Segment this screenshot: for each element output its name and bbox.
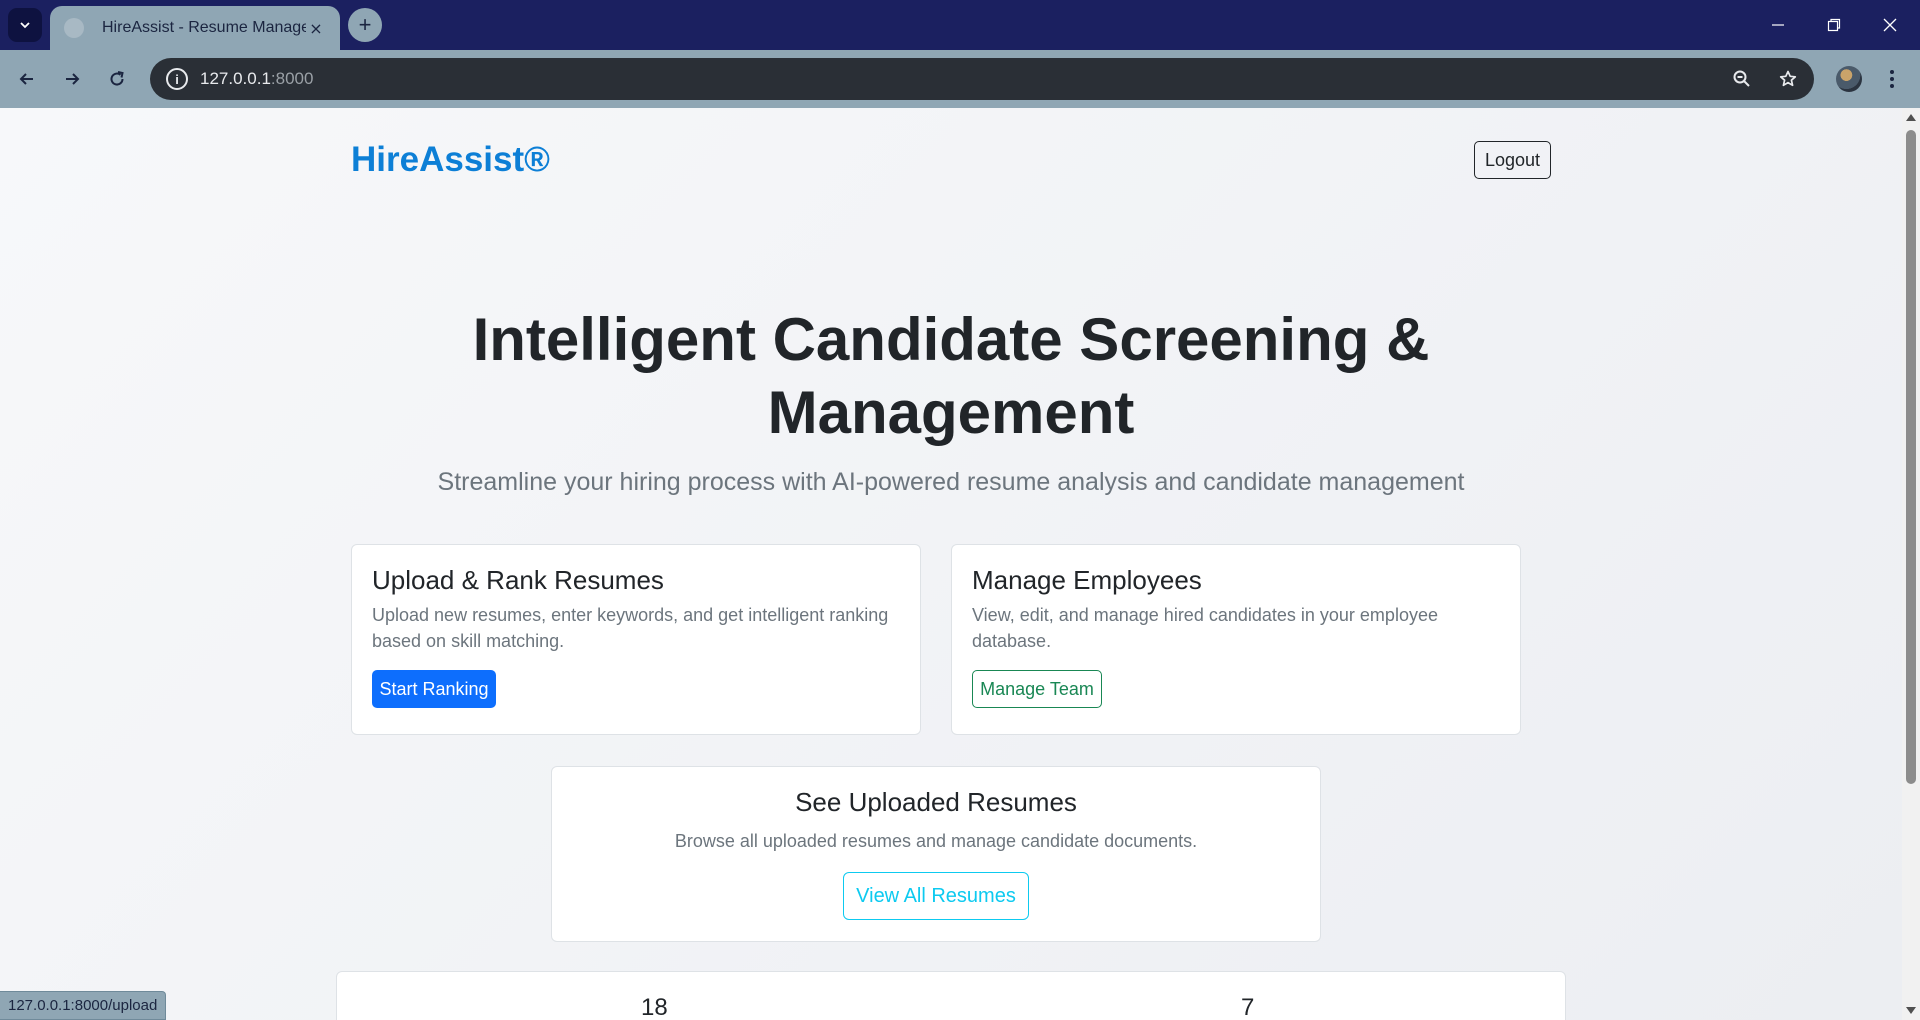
- uploaded-resumes-description: Browse all uploaded resumes and manage c…: [674, 831, 1198, 851]
- close-window-button[interactable]: [1862, 0, 1918, 50]
- globe-icon: [64, 18, 84, 38]
- address-bar[interactable]: i 127.0.0.1:8000: [150, 58, 1814, 100]
- kebab-menu-icon[interactable]: [1882, 65, 1902, 93]
- stat-value: 18: [641, 994, 668, 1020]
- page-title: Intelligent Candidate Screening & Manage…: [472, 306, 1430, 446]
- page-viewport: HireAssist® Logout Intelligent Candidate…: [0, 108, 1902, 1020]
- forward-arrow-icon: [66, 73, 80, 85]
- chevron-down-icon: [20, 22, 30, 29]
- view-all-resumes-button[interactable]: View All Resumes: [843, 872, 1029, 920]
- scroll-thumb[interactable]: [1906, 130, 1916, 784]
- url-host: 127.0.0.1: [200, 69, 271, 88]
- back-arrow-icon: [19, 73, 33, 85]
- site-info-icon[interactable]: i: [166, 68, 188, 90]
- zoom-out-icon[interactable]: [1732, 69, 1752, 89]
- minimize-icon: [1772, 24, 1784, 26]
- manage-employees-card: Manage Employees View, edit, and manage …: [951, 544, 1521, 735]
- page-scrollbar[interactable]: [1902, 108, 1920, 1020]
- tab-search-button[interactable]: [8, 8, 42, 42]
- upload-rank-title: Upload & Rank Resumes: [372, 565, 664, 595]
- reload-icon: [110, 71, 124, 86]
- scroll-down-arrow-icon[interactable]: [1906, 1007, 1916, 1014]
- url-port: :8000: [270, 69, 314, 88]
- close-tab-icon[interactable]: ×: [306, 19, 326, 38]
- browser-toolbar: i 127.0.0.1:8000: [0, 50, 1920, 108]
- tab-strip: HireAssist - Resume Manager × +: [0, 0, 1920, 50]
- stat-value: 7: [1241, 994, 1255, 1020]
- link-status-bar: 127.0.0.1:8000/upload: [0, 991, 167, 1020]
- minimize-button[interactable]: [1750, 0, 1806, 50]
- restore-icon: [1827, 18, 1841, 32]
- upload-rank-description: Upload new resumes, enter keywords, and …: [372, 605, 889, 651]
- uploaded-resumes-card: See Uploaded Resumes Browse all uploaded…: [551, 766, 1321, 942]
- browser-tab[interactable]: HireAssist - Resume Manager ×: [50, 6, 340, 50]
- new-tab-button[interactable]: +: [348, 8, 382, 42]
- back-button[interactable]: [9, 61, 45, 97]
- profile-avatar[interactable]: [1836, 66, 1862, 92]
- upload-rank-card: Upload & Rank Resumes Upload new resumes…: [351, 544, 921, 735]
- manage-team-button[interactable]: Manage Team: [972, 670, 1102, 708]
- restore-button[interactable]: [1806, 0, 1862, 50]
- manage-employees-title: Manage Employees: [972, 565, 1202, 595]
- scroll-up-arrow-icon[interactable]: [1906, 114, 1916, 121]
- uploaded-resumes-title: See Uploaded Resumes: [795, 787, 1077, 817]
- start-ranking-button[interactable]: Start Ranking: [372, 670, 496, 708]
- brand-logo[interactable]: HireAssist®: [351, 140, 550, 180]
- logout-button[interactable]: Logout: [1474, 141, 1551, 179]
- page-subtitle: Streamline your hiring process with AI-p…: [437, 468, 1465, 496]
- reload-button[interactable]: [99, 61, 135, 97]
- bookmark-star-icon[interactable]: [1778, 69, 1798, 89]
- forward-button[interactable]: [54, 61, 90, 97]
- manage-employees-description: View, edit, and manage hired candidates …: [972, 605, 1438, 651]
- tab-title: HireAssist - Resume Manager: [102, 19, 306, 36]
- close-window-icon: [1883, 18, 1897, 32]
- stats-card: 18 7: [336, 971, 1566, 1020]
